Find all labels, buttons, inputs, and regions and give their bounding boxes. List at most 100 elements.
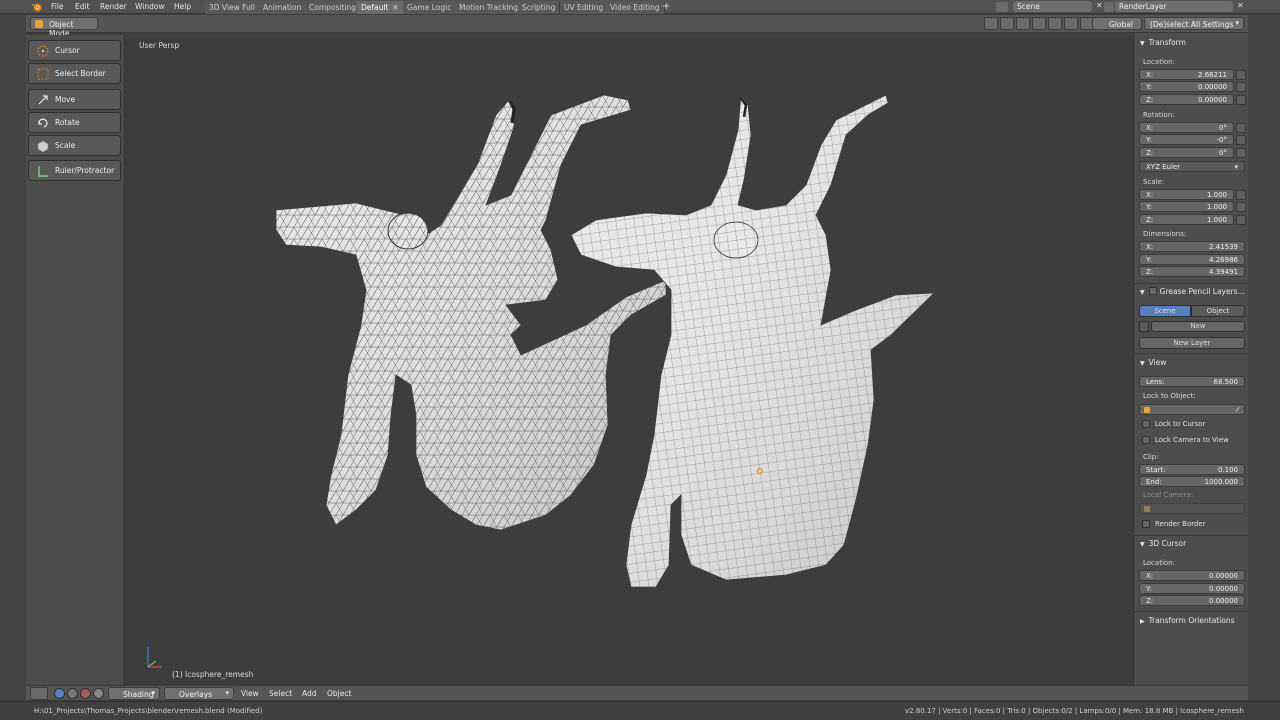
lock-icon[interactable] [1236, 215, 1246, 225]
tab-scripting[interactable]: Scripting [518, 1, 561, 14]
tool-ruler[interactable]: Ruler/Protractor [28, 160, 121, 181]
menu-view[interactable]: View [241, 689, 259, 698]
render-layer-close-icon[interactable]: ✕ [1237, 1, 1244, 10]
chevron-down-icon: ▾ [151, 689, 155, 697]
shading-material-icon[interactable] [80, 688, 91, 699]
axis-gizmo-icon [147, 647, 162, 668]
menu-edit[interactable]: Edit [75, 2, 90, 11]
menu-add[interactable]: Add [302, 689, 317, 698]
scale-x-field[interactable]: X: 1.000 [1139, 189, 1234, 200]
transform-orientations-panel-header[interactable]: ▶ Transform Orientations [1140, 616, 1235, 625]
rotation-x-field[interactable]: X: 0° [1139, 122, 1234, 133]
scale-y-field[interactable]: Y: 1.000 [1139, 201, 1234, 212]
lock-icon[interactable] [1236, 135, 1246, 145]
grease-pencil-panel-header[interactable]: ▼ Grease Pencil Layers... [1140, 287, 1245, 296]
pivot-icon[interactable] [984, 17, 998, 30]
tool-rotate[interactable]: Rotate [28, 112, 121, 133]
tool-cursor[interactable]: Cursor [28, 40, 121, 61]
tool-select-border[interactable]: Select Border [28, 63, 121, 84]
gp-scene-toggle[interactable]: Scene [1139, 305, 1191, 317]
menu-window[interactable]: Window [135, 2, 165, 11]
tab-game-logic[interactable]: Game Logic [403, 1, 457, 14]
lock-icon[interactable] [1236, 70, 1246, 80]
checkbox-icon[interactable] [1148, 287, 1157, 295]
lock-icon[interactable] [1236, 95, 1246, 105]
scene-selector[interactable]: Scene [1013, 1, 1092, 12]
shading-wire-icon[interactable] [67, 688, 78, 699]
dimensions-z-field[interactable]: Z: 4.39491 [1139, 266, 1245, 277]
gp-new-layer-button[interactable]: New Layer [1139, 337, 1245, 349]
snap-icon[interactable] [1000, 17, 1014, 30]
tab-uv-editing[interactable]: UV Editing [560, 1, 609, 14]
menu-select[interactable]: Select [269, 689, 292, 698]
shading-solid-icon[interactable] [54, 688, 65, 699]
cursor-y-field[interactable]: Y: 0.00000 [1139, 583, 1245, 594]
location-y-field[interactable]: Y: 0.00000 [1139, 81, 1234, 92]
scale-z-field[interactable]: Z: 1.000 [1139, 214, 1234, 225]
snap-target-icon[interactable] [1032, 17, 1046, 30]
rotation-mode-value: XYZ Euler [1146, 163, 1181, 171]
tab-animation[interactable]: Animation [259, 1, 307, 14]
lock-icon[interactable] [1236, 190, 1246, 200]
clip-end-field[interactable]: End: 1000.000 [1139, 476, 1245, 487]
render-layer-selector[interactable]: RenderLayer [1115, 1, 1233, 12]
lock-icon[interactable] [1236, 202, 1246, 212]
rotation-z-field[interactable]: Z: 0° [1139, 147, 1234, 158]
3d-cursor-panel-header[interactable]: ▼ 3D Cursor [1140, 539, 1186, 548]
lens-field[interactable]: Lens: 68.500 [1139, 376, 1245, 387]
3d-viewport[interactable]: User Persp (1) Icosphere_remesh [126, 35, 1132, 685]
menu-help[interactable]: Help [174, 2, 191, 11]
lock-icon[interactable] [1236, 123, 1246, 133]
location-z-field[interactable]: Z: 0.00000 [1139, 94, 1234, 105]
menu-render[interactable]: Render [100, 2, 127, 11]
scene-close-icon[interactable]: ✕ [1096, 1, 1103, 10]
gp-new-button[interactable]: New [1151, 321, 1245, 332]
clip-start-field[interactable]: Start: 0.100 [1139, 464, 1245, 475]
menu-object[interactable]: Object [327, 689, 351, 698]
render-border-checkbox[interactable] [1142, 520, 1150, 528]
proportional-edit-icon[interactable] [1016, 17, 1030, 30]
orientation-dropdown[interactable]: Global [1092, 17, 1142, 30]
cursor-z-field[interactable]: Z: 0.00000 [1139, 595, 1245, 606]
render-layer-icon[interactable] [1104, 2, 1114, 12]
manipulator-mode-icon[interactable] [1064, 17, 1078, 30]
pencil-icon[interactable] [1139, 321, 1149, 332]
location-x-field[interactable]: X: 2.66211 [1139, 69, 1234, 80]
add-workspace-icon[interactable]: + [662, 1, 670, 12]
blender-logo-icon[interactable] [31, 1, 43, 13]
scene-icon[interactable] [996, 2, 1008, 12]
tab-compositing[interactable]: Compositing [305, 1, 362, 14]
overlays-dropdown[interactable]: Overlays ▾ [164, 687, 234, 700]
tab-label: UV Editing [564, 3, 604, 12]
right-mesh[interactable] [570, 93, 936, 588]
tab-video-editing[interactable]: Video Editing [606, 1, 665, 14]
lock-icon[interactable] [1236, 82, 1246, 92]
transform-panel-header[interactable]: ▼ Transform [1140, 38, 1186, 47]
lock-camera-checkbox[interactable] [1142, 436, 1150, 444]
left-mesh[interactable] [275, 94, 667, 531]
lock-icon[interactable] [1236, 148, 1246, 158]
tool-move[interactable]: Move [28, 89, 121, 110]
lock-object-field[interactable]: ⁄ [1139, 404, 1245, 415]
editor-type-icon[interactable] [30, 687, 48, 700]
lock-to-cursor-checkbox[interactable] [1142, 420, 1150, 428]
tab-default[interactable]: Default ✕ [357, 1, 404, 14]
rotation-y-field[interactable]: Y: -0° [1139, 134, 1234, 145]
tool-scale[interactable]: Scale [28, 135, 121, 156]
cursor-x-field[interactable]: X: 0.00000 [1139, 570, 1245, 581]
manipulator-icon[interactable] [1048, 17, 1062, 30]
view-panel-header[interactable]: ▼ View [1140, 358, 1166, 367]
tab-3d-view-full[interactable]: 3D View Full [205, 1, 260, 14]
selection-settings-dropdown[interactable]: (De)select All Settings ▾ [1144, 17, 1244, 30]
eyedropper-icon[interactable]: ⁄ [1237, 406, 1238, 414]
shading-rendered-icon[interactable] [93, 688, 104, 699]
close-tab-icon[interactable]: ✕ [392, 3, 398, 12]
shading-dropdown[interactable]: Shading ▾ [108, 687, 160, 700]
tab-motion-tracking[interactable]: Motion Tracking [455, 1, 524, 14]
dimensions-x-field[interactable]: X: 2.41539 [1139, 241, 1245, 252]
rotation-mode-dropdown[interactable]: XYZ Euler ▾ [1139, 161, 1245, 172]
gp-object-toggle[interactable]: Object [1191, 305, 1245, 317]
dimensions-y-field[interactable]: Y: 4.26986 [1139, 254, 1245, 265]
mode-dropdown[interactable]: Object Mode [30, 17, 98, 38]
menu-file[interactable]: File [51, 2, 64, 11]
